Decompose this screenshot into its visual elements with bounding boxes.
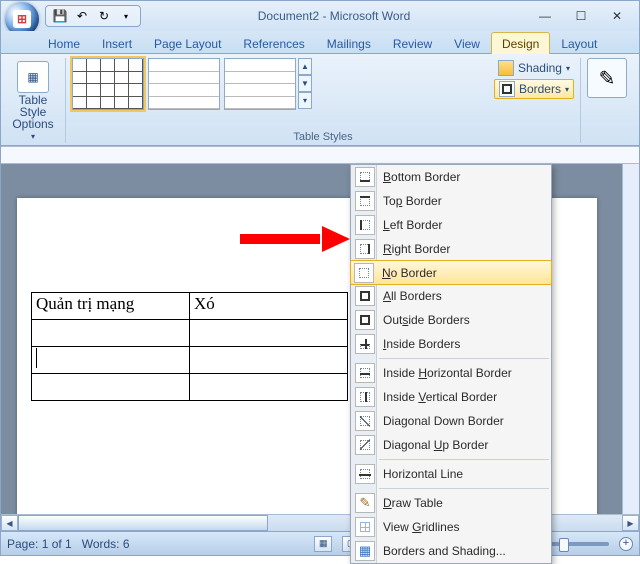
horizontal-ruler[interactable] [1, 146, 639, 164]
tab-references[interactable]: References [232, 32, 315, 54]
b-out-icon [355, 310, 375, 330]
qat-more-icon[interactable]: ▾ [118, 8, 134, 24]
table-row [32, 347, 348, 374]
tab-design[interactable]: Design [491, 32, 550, 54]
b-dup-icon [355, 435, 375, 455]
no-border-icon [354, 263, 374, 283]
menu-item-label: Diagonal Up Border [383, 438, 488, 452]
b-draw-icon: ✎ [355, 493, 375, 513]
menu-item-label: View Gridlines [383, 520, 460, 534]
table-styles-gallery[interactable]: ▲▼▾ [72, 58, 488, 110]
tab-view[interactable]: View [443, 32, 491, 54]
view-print-layout-icon[interactable]: ▦ [314, 536, 332, 552]
b-in-icon [355, 334, 375, 354]
menu-item-label: Right Border [383, 242, 450, 256]
menu-inside-horizontal-border[interactable]: Inside Horizontal Border [351, 361, 551, 385]
group-table-styles: ▲▼▾ Shading▾ Borders▾ Table Styles [72, 58, 581, 143]
menu-inside-vertical-border[interactable]: Inside Vertical Border [351, 385, 551, 409]
b-ddn-icon [355, 411, 375, 431]
b-bottom-icon [355, 167, 375, 187]
menu-item-label: Horizontal Line [383, 467, 463, 481]
save-icon[interactable]: 💾 [52, 8, 68, 24]
undo-icon[interactable]: ↶ [74, 8, 90, 24]
table-row: Quản trị mạngXó [32, 293, 348, 320]
maximize-button[interactable]: ☐ [563, 5, 599, 27]
menu-no-border[interactable]: No Border [350, 260, 552, 285]
tab-review[interactable]: Review [382, 32, 443, 54]
ribbon-tabs: HomeInsertPage LayoutReferencesMailingsR… [1, 31, 639, 54]
window-title: Document2 - Microsoft Word [141, 9, 527, 23]
b-all-icon [355, 286, 375, 306]
close-button[interactable]: ✕ [599, 5, 635, 27]
b-left-icon [355, 215, 375, 235]
menu-horizontal-line[interactable]: Horizontal Line [351, 462, 551, 486]
b-inh-icon [355, 363, 375, 383]
borders-button[interactable]: Borders▾ [494, 79, 574, 99]
menu-item-label: Top Border [383, 194, 442, 208]
menu-top-border[interactable]: Top Border [351, 189, 551, 213]
menu-item-label: Outside Borders [383, 313, 470, 327]
tab-layout[interactable]: Layout [550, 32, 608, 54]
draw-borders-button[interactable]: ✎ [587, 58, 627, 98]
vertical-scrollbar[interactable] [622, 164, 639, 514]
zoom-in-button[interactable]: + [619, 537, 633, 551]
b-inv-icon [355, 387, 375, 407]
title-bar: ⊞ 💾 ↶ ↻ ▾ Document2 - Microsoft Word — ☐… [1, 1, 639, 31]
quick-access-toolbar: 💾 ↶ ↻ ▾ [45, 5, 141, 27]
minimize-button[interactable]: — [527, 5, 563, 27]
group-draw-borders: ✎ [587, 58, 633, 143]
ribbon: ▦ Table Style Options ▾ ▲▼▾ Shading▾ [1, 54, 639, 146]
app-window: ⊞ 💾 ↶ ↻ ▾ Document2 - Microsoft Word — ☐… [0, 0, 640, 556]
borders-menu: Bottom Border Top Border Left Border Right … [350, 164, 552, 564]
status-words[interactable]: Words: 6 [82, 537, 130, 551]
table-row [32, 374, 348, 401]
menu-outside-borders[interactable]: Outside Borders [351, 308, 551, 332]
table-options-icon: ▦ [17, 61, 49, 93]
menu-draw-table[interactable]: ✎ Draw Table [351, 491, 551, 515]
menu-right-border[interactable]: Right Border [351, 237, 551, 261]
menu-item-label: All Borders [383, 289, 442, 303]
menu-view-gridlines[interactable]: View Gridlines [351, 515, 551, 539]
menu-all-borders[interactable]: All Borders [351, 284, 551, 308]
menu-item-label: Draw Table [383, 496, 443, 510]
b-right-icon [355, 239, 375, 259]
menu-left-border[interactable]: Left Border [351, 213, 551, 237]
group-table-style-options: ▦ Table Style Options ▾ [7, 58, 66, 143]
b-dlg-icon: ▦ [355, 541, 375, 561]
menu-borders-and-shading[interactable]: ▦Borders and Shading... [351, 539, 551, 563]
annotation-arrow [240, 226, 350, 250]
b-top-icon [355, 191, 375, 211]
table-style-options-button[interactable]: ▦ Table Style Options ▾ [7, 58, 59, 143]
menu-bottom-border[interactable]: Bottom Border [351, 165, 551, 189]
shading-button[interactable]: Shading▾ [494, 58, 574, 78]
document-table[interactable]: Quản trị mạngXó [31, 292, 348, 401]
menu-item-label: Inside Borders [383, 337, 460, 351]
borders-icon [499, 81, 515, 97]
menu-item-label: Diagonal Down Border [383, 414, 504, 428]
tab-insert[interactable]: Insert [91, 32, 143, 54]
tab-mailings[interactable]: Mailings [316, 32, 382, 54]
menu-diagonal-up-border[interactable]: Diagonal Up Border [351, 433, 551, 457]
menu-item-label: Inside Vertical Border [383, 390, 497, 404]
table-row [32, 320, 348, 347]
style-thumb-2[interactable] [148, 58, 220, 110]
menu-inside-borders[interactable]: Inside Borders [351, 332, 551, 356]
menu-item-label: No Border [382, 266, 437, 280]
tab-page-layout[interactable]: Page Layout [143, 32, 232, 54]
menu-item-label: Inside Horizontal Border [383, 366, 512, 380]
style-thumb-1[interactable] [72, 58, 144, 110]
tab-home[interactable]: Home [37, 32, 91, 54]
menu-item-label: Left Border [383, 218, 442, 232]
group-label-table-styles: Table Styles [293, 129, 352, 143]
menu-diagonal-down-border[interactable]: Diagonal Down Border [351, 409, 551, 433]
shading-icon [498, 60, 514, 76]
redo-icon[interactable]: ↻ [96, 8, 112, 24]
b-grid-icon [355, 517, 375, 537]
gallery-scroll[interactable]: ▲▼▾ [298, 58, 312, 109]
style-thumb-3[interactable] [224, 58, 296, 110]
b-hl-icon [355, 464, 375, 484]
status-page[interactable]: Page: 1 of 1 [7, 537, 72, 551]
menu-item-label: Bottom Border [383, 170, 460, 184]
